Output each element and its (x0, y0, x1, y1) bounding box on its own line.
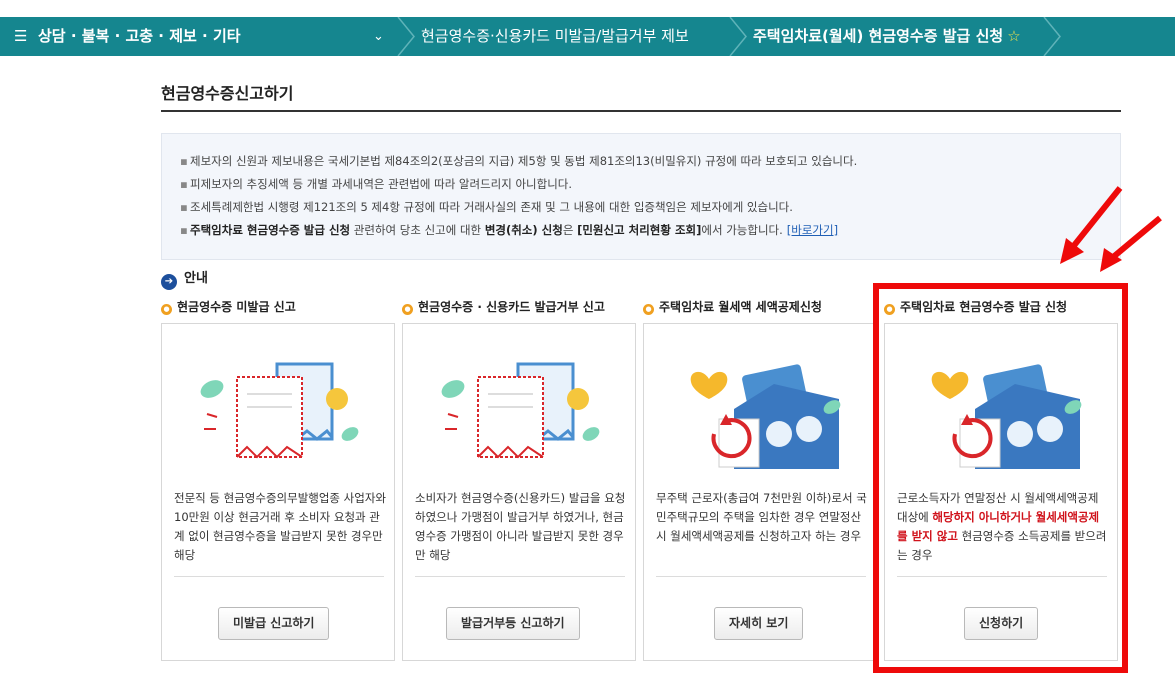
notice-text: 은 (562, 223, 578, 237)
page-title: 현금영수증신고하기 (161, 84, 294, 103)
chevron-down-icon[interactable]: ⌄ (373, 17, 384, 56)
card-heading-label: 현금영수증 · 신용카드 발급거부 신고 (418, 300, 605, 314)
view-details-button[interactable]: 자세히 보기 (714, 607, 804, 640)
breadcrumb-level2[interactable]: 현금영수증·신용카드 미발급/발급거부 제보 (421, 17, 689, 56)
card-heading-label: 주택임차료 월세액 세액공제신청 (659, 300, 822, 314)
notice-bold-text: 변경(취소) 신청 (484, 223, 563, 237)
card-heading-label: 현금영수증 미발급 신고 (177, 300, 296, 314)
bullet-icon: ▪ (180, 154, 188, 168)
receipt-illustration-icon (441, 362, 600, 459)
notice-box: ▪ 제보자의 신원과 제보내용은 국세기본법 제84조의2(포상금의 지급) 제5… (161, 133, 1121, 260)
notice-item: ▪ 조세특례제한법 시행령 제121조의 5 제4항 규정에 따라 거래사실의 존… (180, 196, 857, 219)
housing-illustration-icon (690, 364, 841, 469)
card-divider (174, 576, 384, 577)
guide-heading: ➔ 안내 (161, 270, 208, 290)
card-heading-unissued: ● 현금영수증 미발급 신고 (161, 298, 296, 316)
bullet-icon: ▪ (180, 223, 188, 237)
guide-label: 안내 (184, 271, 208, 286)
circle-arrow-icon: ➔ (161, 274, 177, 290)
notice-text: 제보자의 신원과 제보내용은 국세기본법 제84조의2(포상금의 지급) 제5항… (190, 154, 858, 168)
card-rent-credit: 무주택 근로자(총급여 7천만원 이하)로서 국민주택규모의 주택을 임차한 경… (643, 323, 877, 661)
report-refusal-button[interactable]: 발급거부등 신고하기 (446, 607, 580, 640)
bullet-icon: ▪ (180, 200, 188, 214)
card-description: 무주택 근로자(총급여 7천만원 이하)로서 국민주택규모의 주택을 임차한 경… (656, 491, 867, 543)
title-divider (161, 110, 1121, 112)
notice-text: 에서 가능합니다. (701, 223, 783, 237)
receipt-illustration-icon (200, 362, 359, 459)
menu-icon[interactable]: ☰ (14, 17, 28, 56)
notice-item: ▪ 주택임차료 현금영수증 발급 신청 관련하여 당초 신고에 대한 변경(취소)… (180, 219, 857, 242)
breadcrumb-level3-label: 주택임차료(월세) 현금영수증 발급 신청 (753, 27, 1004, 45)
card-heading-rent-credit: ● 주택임차료 월세액 세액공제신청 (643, 298, 822, 316)
orange-bullet-icon: ● (161, 304, 172, 315)
card-unissued: 전문직 등 현금영수증의무발행업종 사업자와 10만원 이상 현금거래 후 소비… (161, 323, 395, 661)
card-heading-refusal: ● 현금영수증 · 신용카드 발급거부 신고 (402, 298, 605, 316)
star-icon[interactable]: ☆ (1007, 27, 1020, 45)
card-description: 소비자가 현금영수증(신용카드) 발급을 요청하였으나 가맹점이 발급거부 하였… (415, 491, 626, 562)
red-arrow-icon (1060, 186, 1162, 272)
card-refusal: 소비자가 현금영수증(신용카드) 발급을 요청하였으나 가맹점이 발급거부 하였… (402, 323, 636, 661)
breadcrumb-separator (396, 17, 416, 56)
card-divider (415, 576, 625, 577)
highlight-box (873, 283, 1128, 673)
notice-item: ▪ 피제보자의 추징세액 등 개별 과세내역은 관련법에 따라 알려드리지 아니합… (180, 173, 857, 196)
notice-text: 피제보자의 추징세액 등 개별 과세내역은 관련법에 따라 알려드리지 아니합니… (190, 177, 573, 191)
notice-text: 관련하여 당초 신고에 대한 (350, 223, 485, 237)
card-description: 전문직 등 현금영수증의무발행업종 사업자와 10만원 이상 현금거래 후 소비… (174, 491, 386, 562)
card-divider (656, 576, 866, 577)
orange-bullet-icon: ● (643, 304, 654, 315)
notice-text: 조세특례제한법 시행령 제121조의 5 제4항 규정에 따라 거래사실의 존재… (190, 200, 793, 214)
breadcrumb-level1-label: 상담 · 불복 · 고충 · 제보 · 기타 (38, 27, 241, 45)
notice-item: ▪ 제보자의 신원과 제보내용은 국세기본법 제84조의2(포상금의 지급) 제5… (180, 150, 857, 173)
breadcrumb-separator (728, 17, 748, 56)
orange-bullet-icon: ● (402, 304, 413, 315)
notice-bold-text: [민원신고 처리현황 조회] (577, 223, 702, 237)
report-unissued-button[interactable]: 미발급 신고하기 (218, 607, 330, 640)
breadcrumb-level1[interactable]: ☰ 상담 · 불복 · 고충 · 제보 · 기타 (14, 17, 241, 56)
bullet-icon: ▪ (180, 177, 188, 191)
notice-bold-text: 주택임차료 현금영수증 발급 신청 (190, 223, 351, 237)
shortcut-link[interactable]: [바로가기] (787, 223, 838, 237)
breadcrumb-level3[interactable]: 주택임차료(월세) 현금영수증 발급 신청 ☆ (753, 17, 1021, 56)
breadcrumb-separator (1042, 17, 1062, 56)
